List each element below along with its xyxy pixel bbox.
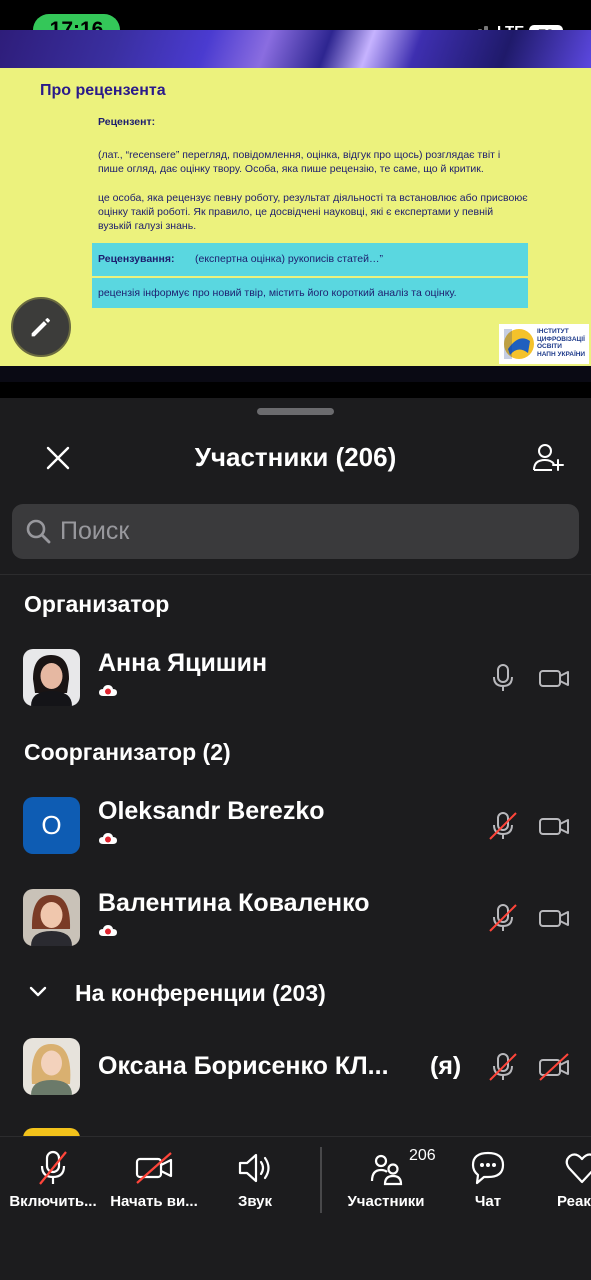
self-label: (я) [430, 1052, 462, 1080]
participant-row-self[interactable]: Оксана Борисенко КЛ... (я) [0, 1038, 591, 1118]
mic-muted-icon [39, 1150, 67, 1185]
sheet-title: Участники (206) [194, 442, 397, 472]
slide-reviewer-label: Рецензент: [98, 116, 156, 128]
camera-off-icon [539, 818, 569, 835]
camera-off-icon [539, 670, 569, 687]
mic-muted-icon [489, 904, 517, 932]
cloud-icon [99, 925, 117, 936]
unmute-label: Включить... [9, 1193, 97, 1210]
chat-button[interactable]: Чат [436, 1149, 540, 1210]
annotate-button[interactable] [11, 297, 71, 357]
participant-name: Анна Яцишин [98, 649, 268, 677]
slide-review-box: Рецензування: (експертна оцінка) рукопис… [92, 243, 528, 276]
divider [0, 574, 591, 575]
logo-mark-icon [504, 329, 534, 359]
participant-name: Валентина Коваленко [98, 889, 370, 917]
mic-muted-icon [489, 812, 517, 840]
audio-label: Звук [237, 1193, 273, 1210]
search-input[interactable] [60, 504, 560, 559]
mic-muted-icon [489, 1053, 517, 1081]
slide-banner [0, 30, 591, 68]
slide-summary-text: рецензія інформує про новий твір, містит… [98, 287, 457, 299]
sheet-grabber[interactable] [257, 408, 334, 415]
slide-review-label: Рецензування: [98, 253, 175, 265]
cloud-icon [99, 685, 117, 696]
participants-icon [370, 1154, 403, 1186]
camera-off-icon [135, 1152, 173, 1184]
section-in-meeting[interactable]: На конференции (203) [75, 980, 326, 1007]
unmute-button[interactable]: Включить... [1, 1149, 105, 1210]
institute-logo: ІНСТИТУТ ЦИФРОВІЗАЦІЇ ОСВІТИ НАПН УКРАЇН… [499, 324, 589, 364]
shared-screen: Про рецензента Рецензент: (лат., “recens… [0, 30, 591, 382]
add-participant-icon[interactable] [530, 440, 566, 476]
audio-button[interactable]: Звук [203, 1149, 307, 1210]
camera-disabled-icon [539, 1053, 569, 1081]
avatar: O [23, 797, 80, 854]
participants-label: Участники [347, 1193, 425, 1210]
avatar [23, 1038, 80, 1095]
participant-row[interactable]: Валентина Коваленко [0, 889, 591, 969]
pencil-icon [31, 317, 51, 337]
participants-button[interactable]: 206 Участники [334, 1147, 438, 1210]
camera-off-icon [539, 910, 569, 927]
search-icon [26, 519, 51, 544]
start-video-label: Начать ви... [110, 1193, 198, 1210]
slide-review-text: (експертна оцінка) рукописів статей…” [195, 253, 383, 265]
start-video-button[interactable]: Начать ви... [102, 1149, 206, 1210]
speaker-icon [238, 1153, 270, 1183]
reactions-label: Реак [557, 1193, 591, 1210]
section-host: Организатор [24, 591, 170, 617]
avatar [23, 649, 80, 706]
participant-name: Oleksandr Berezko [98, 797, 325, 825]
search-bar[interactable] [12, 504, 579, 559]
slide-bottom-bar [0, 366, 591, 382]
chat-icon [471, 1151, 505, 1185]
slide-title: Про рецензента [40, 82, 166, 99]
slide-paragraph-2: це особа, яка рецензує певну роботу, рез… [98, 192, 528, 232]
section-cohosts: Соорганизатор (2) [24, 739, 231, 765]
heart-icon [565, 1153, 591, 1184]
slide-paragraph-1: (лат., “recensere” перегляд, повідомленн… [98, 149, 501, 175]
logo-text: ІНСТИТУТ ЦИФРОВІЗАЦІЇ ОСВІТИ НАПН УКРАЇН… [537, 328, 586, 358]
reactions-button[interactable]: Реак [548, 1149, 591, 1210]
cloud-icon [99, 833, 117, 844]
participants-count: 206 [409, 1147, 436, 1164]
participant-row[interactable]: Анна Яцишин [0, 649, 591, 729]
toolbar-separator [320, 1147, 322, 1213]
chevron-down-icon[interactable] [28, 981, 48, 1001]
mic-icon [493, 664, 513, 691]
avatar [23, 889, 80, 946]
slide-summary-box: рецензія інформує про новий твір, містит… [92, 278, 528, 308]
participant-name: Оксана Борисенко КЛ... [98, 1052, 389, 1080]
chat-label: Чат [474, 1193, 502, 1210]
participant-row[interactable]: O Oleksandr Berezko [0, 797, 591, 877]
meeting-toolbar: Включить... Начать ви... Звук 206 Участн… [0, 1136, 591, 1280]
